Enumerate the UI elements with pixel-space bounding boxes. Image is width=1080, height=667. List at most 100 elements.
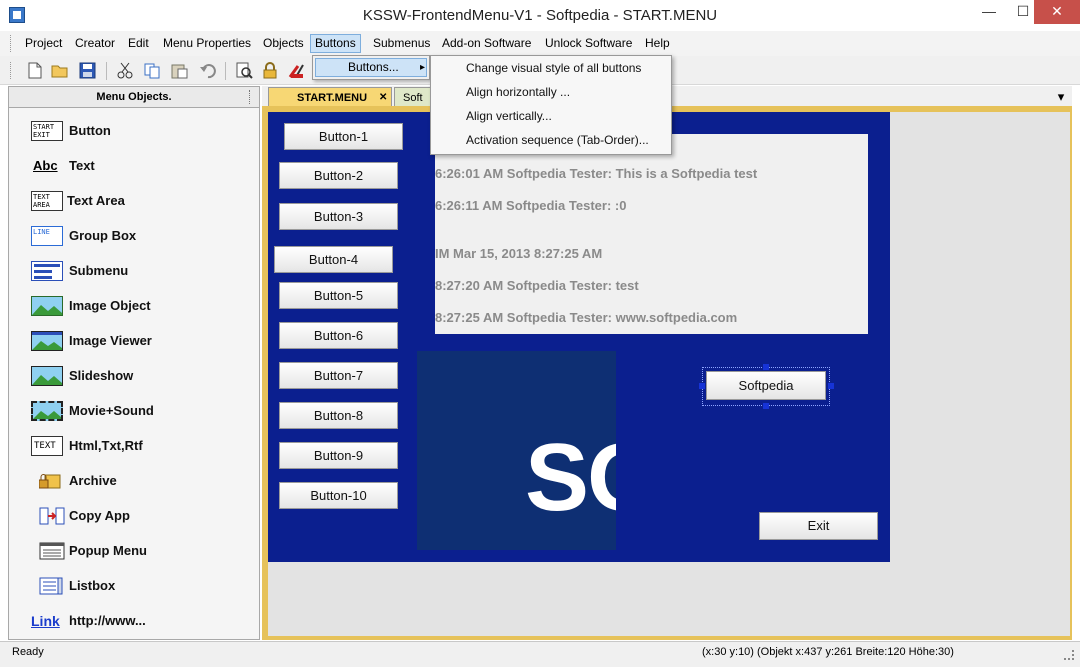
form-button-4[interactable]: Button-4 — [274, 246, 393, 273]
menu-change-visual-style[interactable]: Change visual style of all buttons — [431, 56, 671, 80]
object-archive[interactable]: Archive — [31, 469, 256, 495]
object-copy-app[interactable]: Copy App — [31, 504, 256, 530]
object-html-txt-rtf[interactable]: TEXT Html,Txt,Rtf — [31, 434, 256, 460]
open-folder-icon[interactable] — [51, 62, 69, 79]
status-text: Ready — [12, 646, 44, 658]
object-image-object[interactable]: Image Object — [31, 294, 256, 320]
slideshow-icon — [31, 366, 63, 386]
object-label: Archive — [69, 473, 117, 488]
object-popup-menu[interactable]: Popup Menu — [31, 539, 256, 565]
form-button-10[interactable]: Button-10 — [279, 482, 398, 509]
html-txt-rtf-icon: TEXT — [31, 436, 63, 456]
resize-handle[interactable] — [828, 383, 834, 389]
button-object-icon: START EXIT — [31, 121, 63, 141]
menu-align-vertically[interactable]: Align vertically... — [431, 104, 671, 128]
text-line: 8:27:20 AM Softpedia Tester: test — [435, 278, 639, 293]
tab-start-menu[interactable]: START.MENU ✕ — [268, 87, 392, 107]
text-line: 6:26:11 AM Softpedia Tester: :0 — [435, 198, 627, 213]
form-button-5[interactable]: Button-5 — [279, 282, 398, 309]
object-label: Submenu — [69, 263, 129, 278]
object-text[interactable]: Abc Text — [31, 154, 256, 180]
cut-icon[interactable] — [116, 62, 134, 79]
link-object-icon: Link — [31, 613, 60, 629]
undo-icon[interactable] — [199, 62, 217, 79]
paste-icon[interactable] — [170, 62, 188, 79]
exit-button[interactable]: Exit — [759, 512, 878, 540]
object-label: Slideshow — [69, 368, 134, 383]
copy-icon[interactable] — [143, 62, 161, 79]
popup-menu-icon — [39, 542, 65, 560]
text-area-object-icon: TEXT AREA — [31, 191, 63, 211]
submenu-object-icon — [31, 261, 63, 281]
resize-handle[interactable] — [763, 364, 769, 370]
resize-grip-icon[interactable] — [1064, 650, 1074, 660]
menu-objects-panel: Menu Objects. START EXIT Button Abc Text… — [8, 86, 260, 640]
image-object-icon — [31, 296, 63, 316]
form-button-7[interactable]: Button-7 — [279, 362, 398, 389]
softpedia-button[interactable]: Softpedia — [706, 371, 826, 400]
lock-icon[interactable] — [261, 62, 279, 79]
menu-unlock-software[interactable]: Unlock Software — [541, 34, 636, 53]
object-listbox[interactable]: Listbox — [31, 574, 256, 600]
toolbar-separator — [225, 62, 226, 80]
copy-app-icon — [39, 507, 65, 525]
menu-menu-properties[interactable]: Menu Properties — [159, 34, 255, 53]
object-label: Image Viewer — [69, 333, 152, 348]
text-line: 8:27:25 AM Softpedia Tester: www.softped… — [435, 310, 738, 325]
object-image-viewer[interactable]: Image Viewer — [31, 329, 256, 355]
new-file-icon[interactable] — [26, 62, 44, 79]
object-label: Copy App — [69, 508, 130, 523]
object-label: Listbox — [69, 578, 116, 593]
menu-creator[interactable]: Creator — [71, 34, 119, 53]
text-line: IM Mar 15, 2013 8:27:25 AM — [435, 246, 603, 261]
form-button-3[interactable]: Button-3 — [279, 203, 398, 230]
tools-icon[interactable] — [288, 62, 306, 79]
object-label: Movie+Sound — [69, 403, 154, 418]
form-button-8[interactable]: Button-8 — [279, 402, 398, 429]
menu-help[interactable]: Help — [641, 34, 674, 53]
object-label: Group Box — [69, 228, 137, 243]
menu-objects[interactable]: Objects — [259, 34, 308, 53]
object-group-box[interactable]: LINE Group Box — [31, 224, 256, 250]
resize-handle[interactable] — [763, 403, 769, 409]
archive-icon — [38, 472, 61, 490]
resize-handle[interactable] — [699, 383, 705, 389]
object-link[interactable]: Link http://www... — [31, 609, 256, 635]
buttons-dropdown: Buttons... ▸ — [312, 55, 430, 80]
buttons-submenu: Change visual style of all buttons Align… — [430, 55, 672, 155]
form-button-2[interactable]: Button-2 — [279, 162, 398, 189]
tab-label: Soft — [403, 92, 423, 104]
object-button[interactable]: START EXIT Button — [31, 119, 256, 145]
image-object[interactable]: SO — [417, 351, 616, 550]
panel-header: Menu Objects. — [9, 87, 259, 108]
object-movie-sound[interactable]: Movie+Sound — [31, 399, 256, 425]
form-button-9[interactable]: Button-9 — [279, 442, 398, 469]
submenu-arrow-icon: ▸ — [420, 62, 426, 73]
menu-submenus[interactable]: Submenus — [369, 34, 434, 53]
title-bar: KSSW-FrontendMenu-V1 - Softpedia - START… — [0, 0, 1080, 31]
object-submenu[interactable]: Submenu — [31, 259, 256, 285]
preview-icon[interactable] — [235, 62, 253, 79]
panel-grip-icon[interactable] — [249, 90, 252, 104]
menu-add-on-software[interactable]: Add-on Software — [438, 34, 535, 53]
object-label: Text — [69, 158, 95, 173]
toolbar-separator — [106, 62, 107, 80]
menu-buttons[interactable]: Buttons — [310, 34, 361, 53]
save-icon[interactable] — [79, 62, 97, 79]
tab-softpedia[interactable]: Soft — [394, 87, 434, 107]
menu-align-horizontally[interactable]: Align horizontally ... — [431, 80, 671, 104]
buttons-menu-item[interactable]: Buttons... ▸ — [315, 58, 427, 77]
tab-list-dropdown-icon[interactable]: ▾ — [1054, 88, 1068, 106]
softpedia-logo-text: SO — [525, 424, 616, 531]
tab-close-icon[interactable]: ✕ — [379, 88, 387, 108]
object-label: http://www... — [69, 613, 146, 628]
object-text-area[interactable]: TEXT AREA Text Area — [31, 189, 256, 215]
menu-project[interactable]: Project — [21, 34, 66, 53]
form-button-6[interactable]: Button-6 — [279, 322, 398, 349]
form-button-1[interactable]: Button-1 — [284, 123, 403, 150]
menu-activation-sequence[interactable]: Activation sequence (Tab-Order)... — [431, 128, 671, 152]
menu-edit[interactable]: Edit — [124, 34, 153, 53]
object-slideshow[interactable]: Slideshow — [31, 364, 256, 390]
chat-text-area[interactable]: 6:26:01 AM Softpedia Tester: This is a S… — [435, 134, 868, 334]
close-button[interactable]: ✕ — [1034, 0, 1080, 24]
